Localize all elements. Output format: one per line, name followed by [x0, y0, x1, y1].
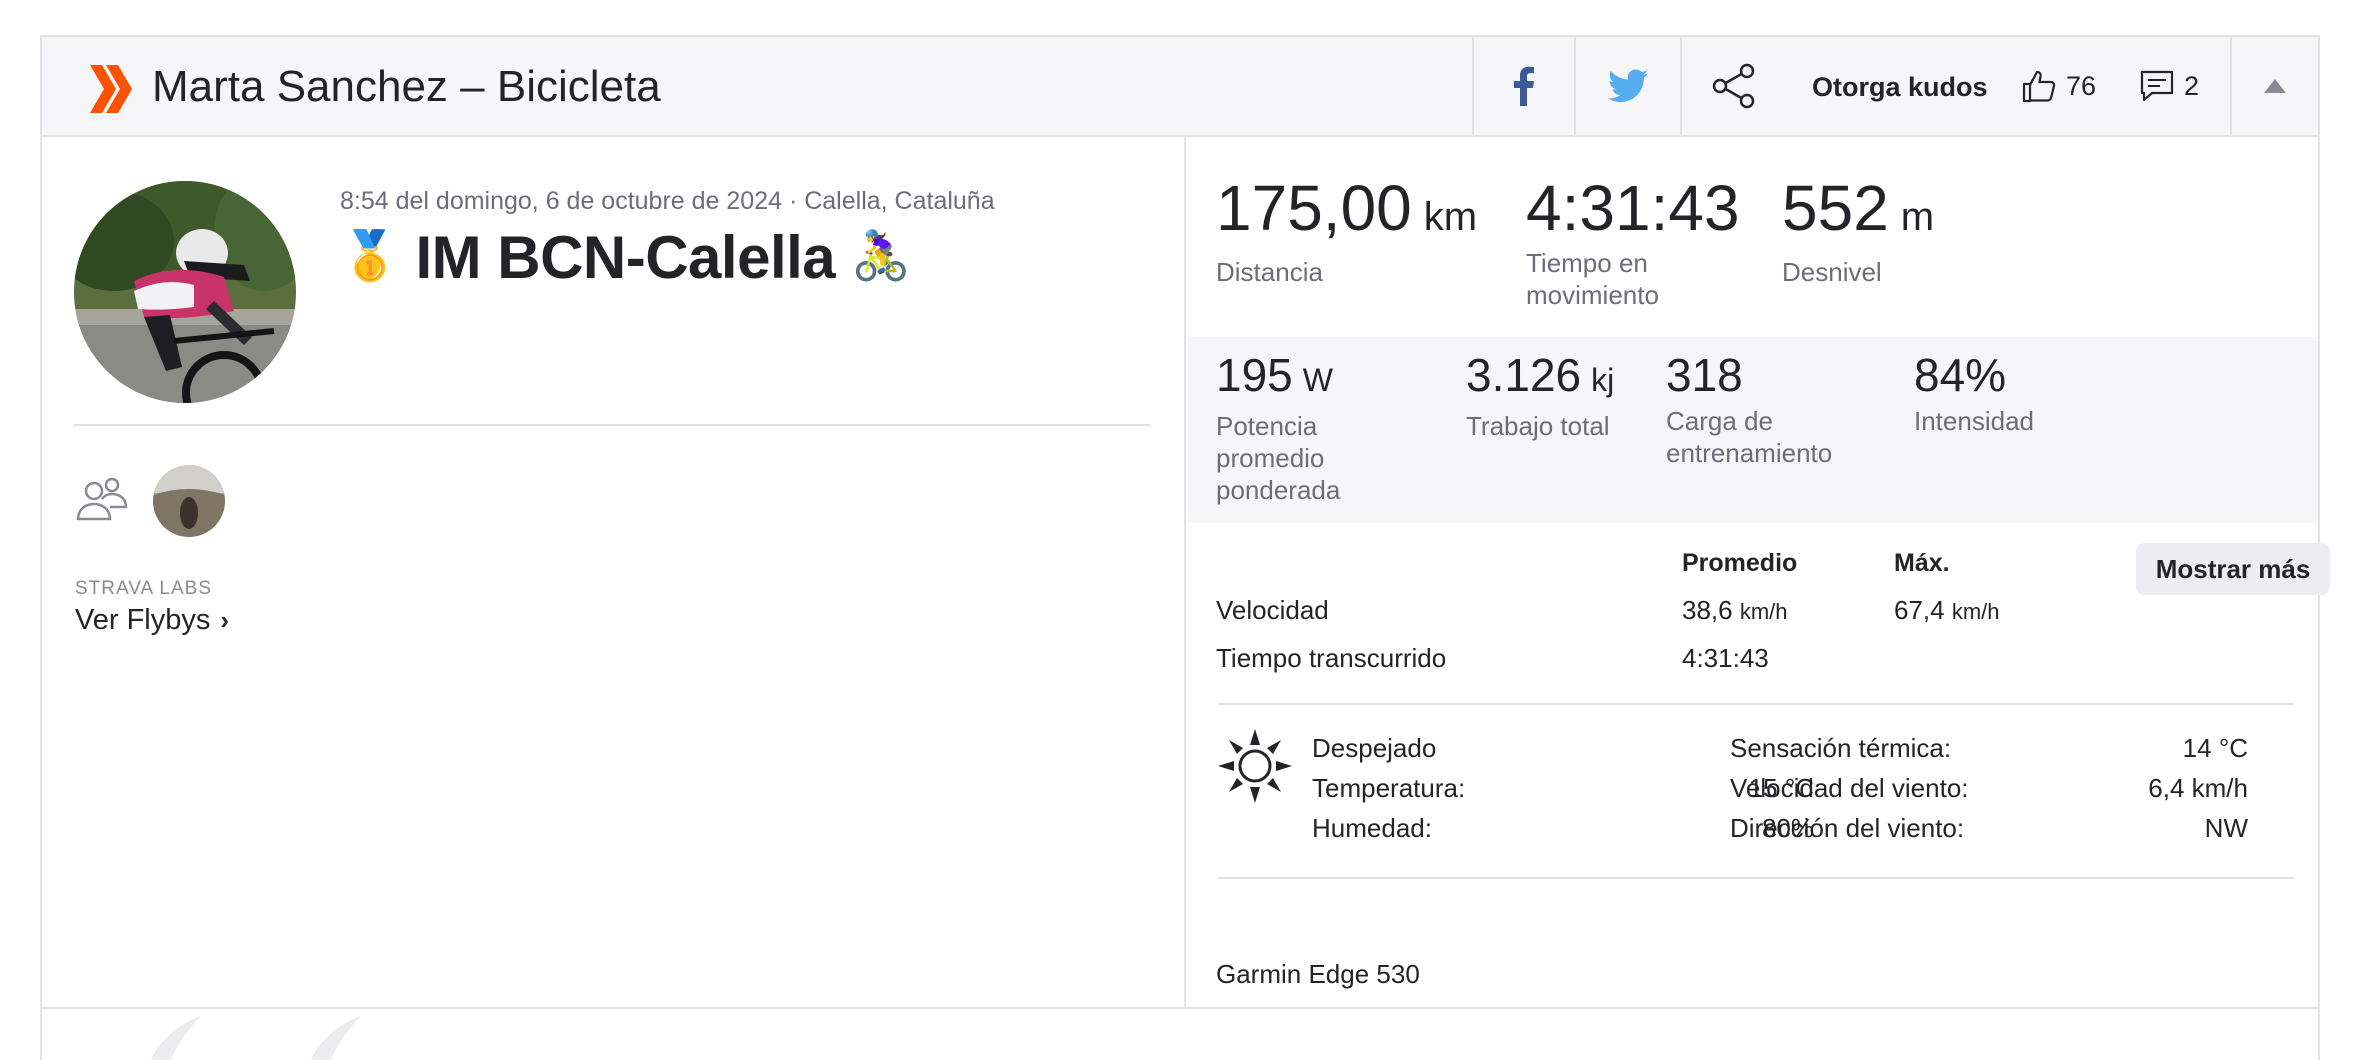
stat-total-work: 3.126 kj Trabajo total — [1466, 345, 1614, 442]
laurel-icon — [310, 1015, 362, 1060]
group-athlete-avatar[interactable] — [153, 465, 225, 537]
activity-title: 🥇 IM BCN-Calella 🚴‍♀️ — [340, 219, 911, 296]
give-kudos-button[interactable]: Otorga kudos — [1812, 67, 1988, 107]
activity-header-title: Marta Sanchez – Bicicleta — [152, 62, 661, 111]
thumbs-up-icon — [2022, 70, 2056, 103]
wind-speed-value: 6,4 km/h — [2148, 773, 2248, 803]
stat-distance-unit: km — [1423, 195, 1478, 239]
show-more-button[interactable]: Mostrar más — [2136, 543, 2330, 595]
comment-count: 2 — [2184, 70, 2200, 101]
elapsed-time-label: Tiempo transcurrido — [1216, 643, 1447, 673]
stat-moving-time-value: 4:31:43 — [1526, 172, 1740, 244]
group-icon[interactable] — [76, 477, 128, 523]
stat-moving-time-label: Tiempo en movimiento — [1526, 248, 1659, 310]
speed-average: 38,6 km/h — [1682, 593, 1788, 629]
humidity-label: Humedad: — [1312, 813, 1432, 843]
stat-elevation: 552 m Desnivel — [1782, 169, 1934, 288]
group-athlete-photo — [153, 465, 225, 537]
share-icon — [1712, 63, 1755, 109]
divider — [74, 424, 1150, 426]
stat-total-work-unit: kj — [1591, 362, 1615, 398]
strava-labs-label: STRAVA LABS — [75, 578, 213, 599]
stat-weighted-power-value: 195 — [1216, 349, 1293, 401]
stat-training-load-value: 318 — [1666, 349, 1743, 401]
view-flybys-link[interactable]: Ver Flybys › — [75, 601, 229, 639]
stat-total-work-value: 3.126 — [1466, 349, 1582, 401]
laurel-icon — [150, 1015, 202, 1060]
speed-average-value: 38,6 — [1682, 595, 1733, 625]
cyclist-emoji: 🚴‍♀️ — [851, 230, 911, 283]
wind-direction-label: Dirección del viento: — [1730, 813, 1965, 843]
activity-stats-panel: 175,00 km Distancia 4:31:43 Tiempo en mov… — [1188, 137, 2330, 1007]
stat-distance-value: 175,00 — [1216, 172, 1412, 244]
wind-speed-label: Velocidad del viento: — [1730, 773, 1969, 803]
stat-training-load: 318 Carga de entrenamiento — [1666, 345, 1866, 469]
activity-datetime-location: 8:54 del domingo, 6 de octubre de 2024 ·… — [340, 187, 995, 215]
stat-distance: 175,00 km Distancia — [1216, 169, 1477, 288]
wind-direction-value: NW — [2204, 813, 2248, 843]
stat-distance-label: Distancia — [1216, 257, 1323, 287]
activity-summary-panel: 8:54 del domingo, 6 de octubre de 2024 ·… — [42, 137, 1186, 1007]
strava-chevrons-icon — [90, 65, 132, 113]
comment-icon — [2140, 70, 2174, 102]
collapse-button[interactable] — [2230, 37, 2318, 135]
stat-elevation-unit: m — [1900, 195, 1935, 239]
kudos-count: 76 — [2066, 70, 2097, 101]
divider — [1218, 703, 2294, 705]
twitter-icon — [1608, 69, 1648, 102]
device-name: Garmin Edge 530 — [1216, 959, 1420, 989]
activity-header: Marta Sanchez – Bicicleta Otorga kudos 7… — [42, 37, 2318, 137]
sun-icon — [1218, 729, 1292, 803]
speed-max-value: 67,4 — [1894, 595, 1945, 625]
stat-weighted-power-unit: W — [1302, 362, 1333, 398]
speed-max: 67,4 km/h — [1894, 593, 2000, 629]
feels-like-label: Sensación térmica: — [1730, 733, 1952, 763]
elapsed-time-value: 4:31:43 — [1682, 643, 1769, 673]
activity-card: Marta Sanchez – Bicicleta Otorga kudos 7… — [40, 35, 2330, 1060]
stat-moving-time: 4:31:43 Tiempo en movimiento — [1526, 169, 1740, 311]
speed-label: Velocidad — [1216, 595, 1329, 625]
stat-elevation-label: Desnivel — [1782, 257, 1882, 287]
speed-max-unit: km/h — [1951, 599, 2000, 624]
stat-total-work-label: Trabajo total — [1466, 411, 1610, 441]
column-max: Máx. — [1894, 549, 1950, 577]
stat-training-load-label: Carga de entrenamiento — [1666, 406, 1833, 468]
comments-button[interactable]: 2 — [2140, 63, 2199, 109]
stat-intensity-value: 84% — [1914, 349, 2007, 401]
kudos-count-button[interactable]: 76 — [2022, 63, 2096, 109]
stat-intensity: 84% Intensidad — [1914, 345, 2034, 437]
stat-weighted-power-label: Potencia promedio ponderada — [1216, 411, 1341, 505]
chevron-right-icon: › — [220, 605, 230, 635]
medal-emoji: 🥇 — [340, 230, 400, 283]
activity-title-text: IM BCN-Calella — [415, 224, 836, 291]
share-button[interactable] — [1680, 37, 1786, 135]
speed-average-unit: km/h — [1739, 599, 1788, 624]
twitter-share-button[interactable] — [1574, 37, 1680, 135]
stat-elevation-value: 552 — [1782, 172, 1889, 244]
stat-intensity-label: Intensidad — [1914, 406, 2034, 436]
temperature-label: Temperatura: — [1312, 773, 1466, 803]
stat-weighted-power: 195 W Potencia promedio ponderada — [1216, 345, 1416, 506]
athlete-photo — [74, 181, 296, 403]
feels-like-value: 14 °C — [2182, 733, 2248, 763]
divider — [1218, 877, 2294, 879]
weather-condition: Despejado — [1312, 733, 1437, 763]
athlete-avatar[interactable] — [74, 181, 296, 403]
secondary-stats: 195 W Potencia promedio ponderada 3.126 kj… — [1188, 337, 2318, 523]
view-flybys-label: Ver Flybys — [75, 604, 211, 636]
facebook-share-button[interactable] — [1472, 37, 1574, 135]
facebook-icon — [1514, 66, 1534, 106]
bottom-section — [42, 1007, 2318, 1060]
column-average: Promedio — [1682, 549, 1798, 577]
caret-up-icon — [2264, 79, 2286, 93]
